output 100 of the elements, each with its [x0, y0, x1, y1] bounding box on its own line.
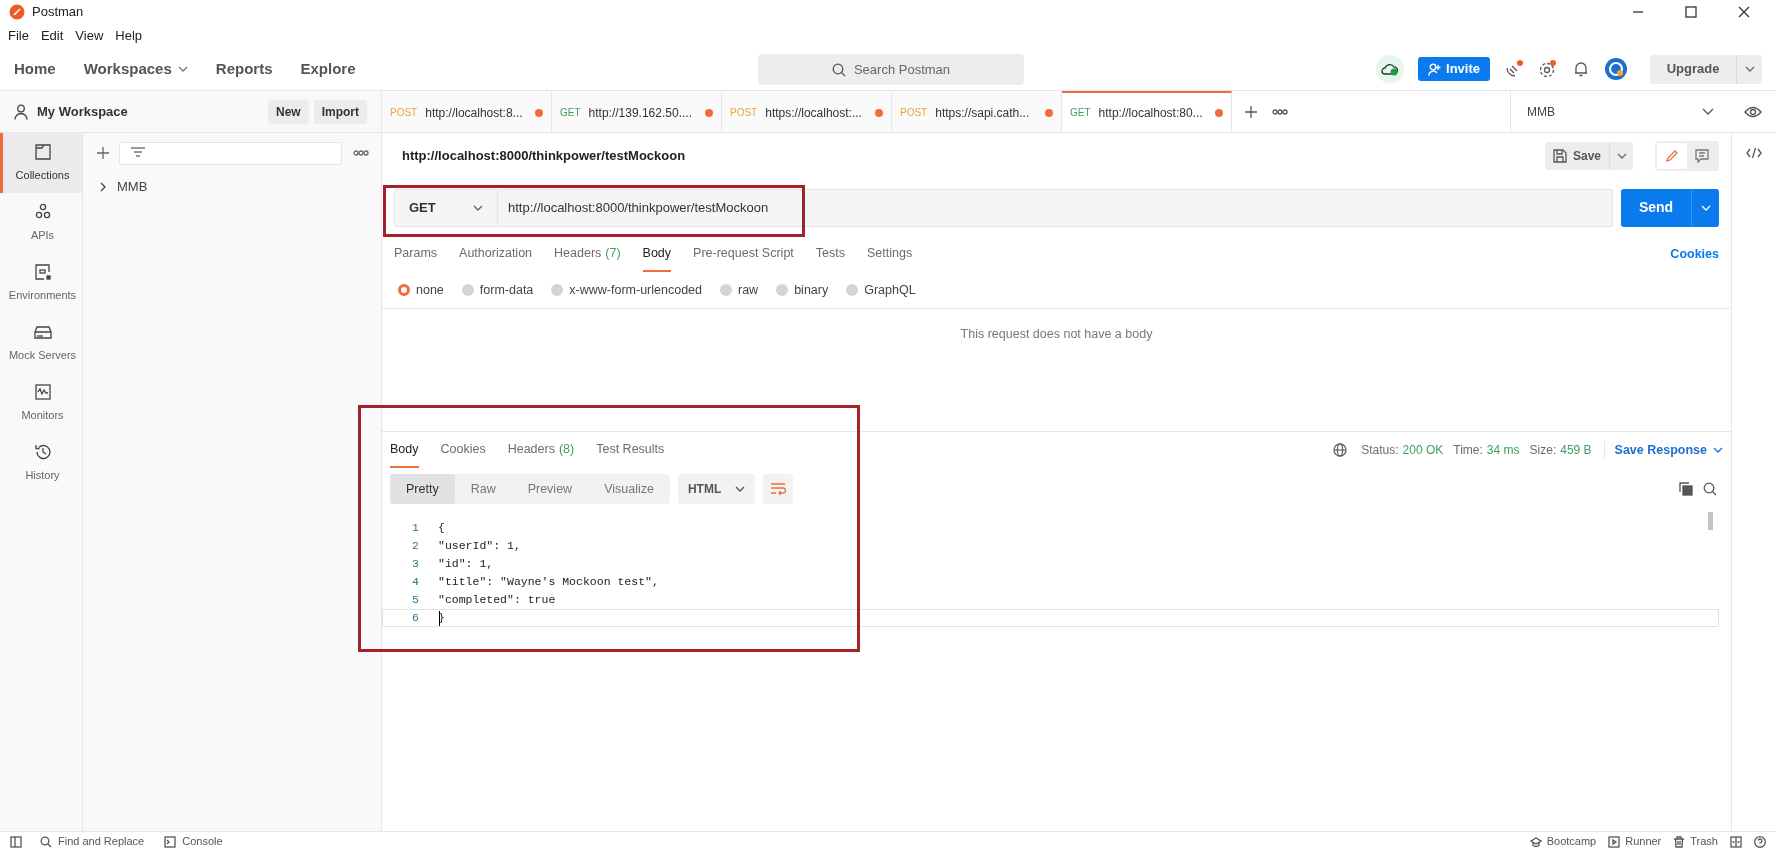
menu-item[interactable]: Help: [115, 26, 143, 46]
format-select[interactable]: HTML: [677, 474, 756, 504]
workspace-button[interactable]: Import: [313, 99, 367, 124]
code-line: "title": "Wayne's Mockoon test",: [438, 574, 659, 591]
collection-item[interactable]: MMB: [93, 175, 371, 199]
sidebar-tab[interactable]: Mock Servers: [0, 313, 82, 373]
radio-button[interactable]: [776, 284, 789, 296]
radio-option[interactable]: x-www-form-urlencoded: [551, 280, 702, 300]
radio-option[interactable]: raw: [720, 280, 759, 300]
sidebar-tab[interactable]: Environments: [0, 253, 82, 313]
tab[interactable]: Authorization: [459, 236, 533, 272]
scrollbar-thumb[interactable]: [1708, 512, 1713, 530]
upgrade-menu-button[interactable]: [1736, 54, 1762, 84]
tab[interactable]: Cookies: [440, 432, 486, 468]
more-icon[interactable]: [353, 150, 369, 156]
url-field[interactable]: http://localhost:8000/thinkpower/testMockoon: [498, 188, 1613, 227]
filter-icon: [130, 147, 146, 159]
wrap-lines-icon[interactable]: [770, 483, 787, 495]
pencil-icon[interactable]: [1665, 149, 1679, 163]
tab[interactable]: Body: [390, 432, 419, 468]
request-tab[interactable]: POST https://localhost:...: [722, 91, 892, 132]
runner-icon: [1608, 835, 1621, 848]
status-bar-button[interactable]: Console: [164, 833, 223, 850]
save-response-button[interactable]: Save Response: [1603, 440, 1723, 460]
line-number: 2: [411, 538, 419, 555]
satellite-icon[interactable]: [1504, 59, 1524, 79]
tab[interactable]: Test Results: [596, 432, 665, 468]
upgrade-button[interactable]: Upgrade: [1650, 54, 1736, 84]
tab[interactable]: Settings: [867, 236, 913, 272]
search-field[interactable]: Search Postman: [758, 54, 1024, 85]
filter-field[interactable]: [119, 141, 342, 165]
radio-button[interactable]: [398, 284, 410, 296]
request-tab[interactable]: GET http://139.162.50....: [552, 91, 722, 132]
status-bar-button[interactable]: Runner: [1608, 833, 1662, 850]
console-icon: [164, 835, 177, 848]
help-icon[interactable]: [1754, 835, 1766, 848]
tab[interactable]: Body: [642, 236, 672, 272]
tab[interactable]: Params: [394, 236, 438, 272]
plus-icon[interactable]: [96, 146, 110, 160]
find-icon: [40, 835, 52, 848]
request-tab[interactable]: POST http://localhost:8...: [382, 91, 552, 132]
avatar-icon[interactable]: [1604, 57, 1628, 81]
collections-icon: [33, 142, 52, 161]
comment-icon[interactable]: [1695, 149, 1709, 163]
radio-button[interactable]: [720, 284, 732, 296]
copy-icon[interactable]: [1679, 482, 1693, 496]
sidebar-toggle-icon[interactable]: [10, 835, 22, 848]
tab[interactable]: Pre-request Script: [693, 236, 794, 272]
radio-option[interactable]: binary: [776, 280, 829, 300]
status-bar-button[interactable]: Find and Replace: [40, 833, 145, 850]
radio-option[interactable]: none: [398, 280, 444, 300]
sidebar-tab[interactable]: Monitors: [0, 373, 82, 433]
user-icon: [14, 103, 28, 120]
menu-item[interactable]: File: [8, 26, 29, 46]
code-icon[interactable]: [1746, 147, 1762, 159]
radio-button[interactable]: [551, 284, 564, 296]
bell-icon[interactable]: [1572, 60, 1590, 78]
tab[interactable]: Headers (7): [554, 236, 621, 272]
view-tab[interactable]: Preview: [511, 474, 589, 504]
menu-item[interactable]: View: [75, 26, 104, 46]
line-number: 5: [411, 592, 419, 609]
chevron-down-icon: [1616, 153, 1627, 159]
view-tab[interactable]: Visualize: [588, 474, 670, 504]
tab[interactable]: Tests: [815, 236, 845, 272]
status-value: 200 OK: [1402, 442, 1444, 459]
chevron-right-icon: [99, 182, 107, 192]
plus-icon[interactable]: [1244, 104, 1258, 119]
search-icon[interactable]: [1703, 482, 1717, 496]
menu-item[interactable]: Edit: [40, 26, 64, 46]
more-icon[interactable]: [1272, 108, 1288, 115]
workspace-button[interactable]: New: [267, 99, 309, 124]
settings-icon[interactable]: [1538, 59, 1558, 79]
environment-select[interactable]: MMB: [1510, 91, 1730, 132]
status-bar-button[interactable]: Bootcamp: [1529, 833, 1597, 850]
nav-link[interactable]: Workspaces: [83, 57, 188, 81]
invite-button[interactable]: Invite: [1418, 57, 1490, 81]
nav-link[interactable]: Home: [14, 57, 56, 81]
tab[interactable]: Headers (8): [507, 432, 575, 468]
nav-link[interactable]: Reports: [215, 57, 273, 81]
nav-link[interactable]: Explore: [300, 57, 356, 81]
request-tab[interactable]: POST https://sapi.cath...: [892, 91, 1062, 132]
view-tab[interactable]: Raw: [454, 474, 512, 504]
save-button[interactable]: Save: [1544, 142, 1609, 170]
size-value: 459 B: [1560, 442, 1592, 459]
monitors-icon: [33, 382, 52, 401]
radio-button[interactable]: [461, 284, 474, 296]
two-pane-icon[interactable]: [1730, 835, 1742, 848]
radio-option[interactable]: form-data: [461, 280, 534, 300]
cookies-link[interactable]: Cookies: [1670, 244, 1719, 264]
method-select[interactable]: GET: [394, 188, 498, 227]
view-tab[interactable]: Pretty: [390, 474, 455, 504]
status-bar-button[interactable]: Trash: [1673, 833, 1718, 850]
radio-option[interactable]: GraphQL: [846, 280, 916, 300]
sidebar-tab[interactable]: APIs: [0, 193, 82, 253]
radio-button[interactable]: [846, 284, 859, 296]
eye-icon[interactable]: [1744, 105, 1762, 118]
sidebar-tab[interactable]: Collections: [0, 133, 82, 193]
globe-icon: [1333, 443, 1348, 457]
request-tab[interactable]: GET http://localhost:80...: [1062, 91, 1232, 132]
sidebar-tab[interactable]: History: [0, 433, 82, 493]
